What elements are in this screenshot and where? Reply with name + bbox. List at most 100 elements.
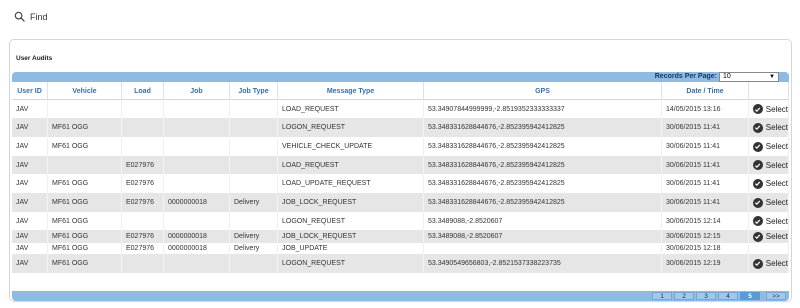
cell-message-type: JOB_LOCK_REQUEST [278,230,424,243]
table-row[interactable]: JAV MF61 OGG LOGON_REQUEST 53.3490549656803… [12,254,789,273]
search-icon [14,11,25,22]
page-button-3[interactable]: 3 [696,292,716,300]
cell-job [164,212,230,230]
cell-gps: 53.348331628844676,-2.852395942412825 [424,118,662,137]
cell-gps: 53.34907844999999,-2.8519352333333337 [424,100,662,118]
column-header-message-type[interactable]: Message Type [278,82,424,100]
select-button[interactable]: Select [749,230,789,243]
select-button[interactable]: Select [749,254,789,273]
check-circle-icon [753,141,763,152]
grid-toolbar: Records Per Page: 10 ▼ [12,72,789,82]
cell-message-type: LOGON_REQUEST [278,254,424,273]
select-button[interactable]: Select [749,193,789,212]
cell-job-type [230,156,278,174]
cell-job-type: Delivery [230,230,278,243]
check-circle-icon [753,160,763,170]
cell-gps: 53.348331628844676,-2.852395942412825 [424,193,662,212]
audit-grid: Records Per Page: 10 ▼ User ID Vehicle Loa… [12,72,789,301]
select-button[interactable]: Select [749,156,789,174]
cell-gps: 53.3489088,-2.8520607 [424,230,662,243]
cell-load [122,137,164,156]
table-row[interactable]: JAV MF61 OGG LOGON_REQUEST 53.3489088,-2.85… [12,212,789,230]
select-button[interactable]: Select [749,100,789,118]
cell-user-id: JAV [12,174,48,193]
cell-datetime: 30/06/2015 11:41 [662,137,749,156]
table-row[interactable]: JAV MF61 OGG E027976 0000000018 Delivery JOB_… [12,193,789,212]
cell-job [164,118,230,137]
cell-job-type: Delivery [230,193,278,212]
cell-datetime: 30/06/2015 12:14 [662,212,749,230]
cell-job [164,100,230,118]
cell-datetime: 30/06/2015 11:41 [662,174,749,193]
cell-datetime: 30/06/2015 11:41 [662,156,749,174]
table-row[interactable]: JAV LOAD_REQUEST 53.34907844999999,-2.8519… [12,100,789,118]
grid-rows: JAV LOAD_REQUEST 53.34907844999999,-2.8519… [12,100,789,273]
cell-user-id: JAV [12,212,48,230]
cell-job-type [230,212,278,230]
select-button[interactable]: Select [749,212,789,230]
page-button-1[interactable]: 1 [652,292,672,300]
column-header-vehicle[interactable]: Vehicle [48,82,122,100]
cell-vehicle: MF61 OGG [48,243,122,254]
table-row[interactable]: JAV MF61 OGG E027976 LOAD_UPDATE_REQUEST 53.… [12,174,789,193]
cell-load [122,118,164,137]
check-circle-icon [753,104,763,114]
select-label: Select [765,160,788,170]
table-row[interactable]: JAV MF61 OGG E027976 0000000018 Delivery JOB_… [12,230,789,243]
cell-gps: 53.348331628844676,-2.852395942412825 [424,156,662,174]
cell-user-id: JAV [12,230,48,243]
cell-message-type: LOGON_REQUEST [278,212,424,230]
column-header-job-type[interactable]: Job Type [230,82,278,100]
cell-user-id: JAV [12,254,48,273]
select-label: Select [765,142,788,151]
cell-job [164,254,230,273]
cell-job: 0000000018 [164,243,230,254]
cell-job-type: Delivery [230,243,278,254]
table-row[interactable]: JAV MF61 OGG E027976 0000000018 Delivery JOB_… [12,243,789,254]
select-button[interactable]: Select [749,118,789,137]
cell-job [164,137,230,156]
column-header-datetime[interactable]: Date / Time [662,82,749,100]
cell-message-type: VEHICLE_CHECK_UPDATE [278,137,424,156]
cell-vehicle [48,100,122,118]
find-button[interactable]: Find [14,11,48,22]
grid-header: User ID Vehicle Load Job Job Type Message Typ… [12,82,789,100]
page-button-2[interactable]: 2 [674,292,694,300]
cell-gps [424,243,662,254]
select-label: Select [765,216,788,226]
page-button-5[interactable]: 5 [740,292,760,300]
table-row[interactable]: JAV MF61 OGG LOGON_REQUEST 53.3483316288446… [12,118,789,137]
table-row[interactable]: JAV MF61 OGG VEHICLE_CHECK_UPDATE 53.348331… [12,137,789,156]
cell-user-id: JAV [12,118,48,137]
cell-gps: 53.348331628844676,-2.852395942412825 [424,137,662,156]
select-button[interactable]: Select [749,174,789,193]
find-label: Find [30,11,48,22]
cell-message-type: LOGON_REQUEST [278,118,424,137]
page-button-4[interactable]: 4 [718,292,738,300]
column-header-user-id[interactable]: User ID [12,82,48,100]
dropdown-arrow-icon: ▼ [769,74,775,80]
cell-job-type [230,137,278,156]
table-row[interactable]: JAV E027976 LOAD_REQUEST 53.348331628844676… [12,156,789,174]
cell-job-type [230,254,278,273]
cell-job: 0000000018 [164,193,230,212]
check-circle-icon [753,216,763,226]
cell-user-id: JAV [12,243,48,254]
cell-vehicle [48,156,122,174]
cell-message-type: LOAD_REQUEST [278,156,424,174]
records-per-page-label: Records Per Page: [654,73,717,80]
select-button[interactable]: Select [749,137,789,156]
user-audits-panel: User Audits Records Per Page: 10 ▼ User … [9,39,792,302]
records-per-page-select[interactable]: 10 ▼ [719,72,779,82]
column-header-load[interactable]: Load [122,82,164,100]
cell-message-type: LOAD_REQUEST [278,100,424,118]
cell-job [164,156,230,174]
column-header-gps[interactable]: GPS [424,82,662,100]
cell-datetime: 30/06/2015 11:41 [662,118,749,137]
cell-load: E027976 [122,174,164,193]
next-page-button[interactable]: >> [766,292,786,300]
cell-load [122,212,164,230]
check-circle-icon [753,258,763,269]
column-header-select [749,82,789,100]
column-header-job[interactable]: Job [164,82,230,100]
